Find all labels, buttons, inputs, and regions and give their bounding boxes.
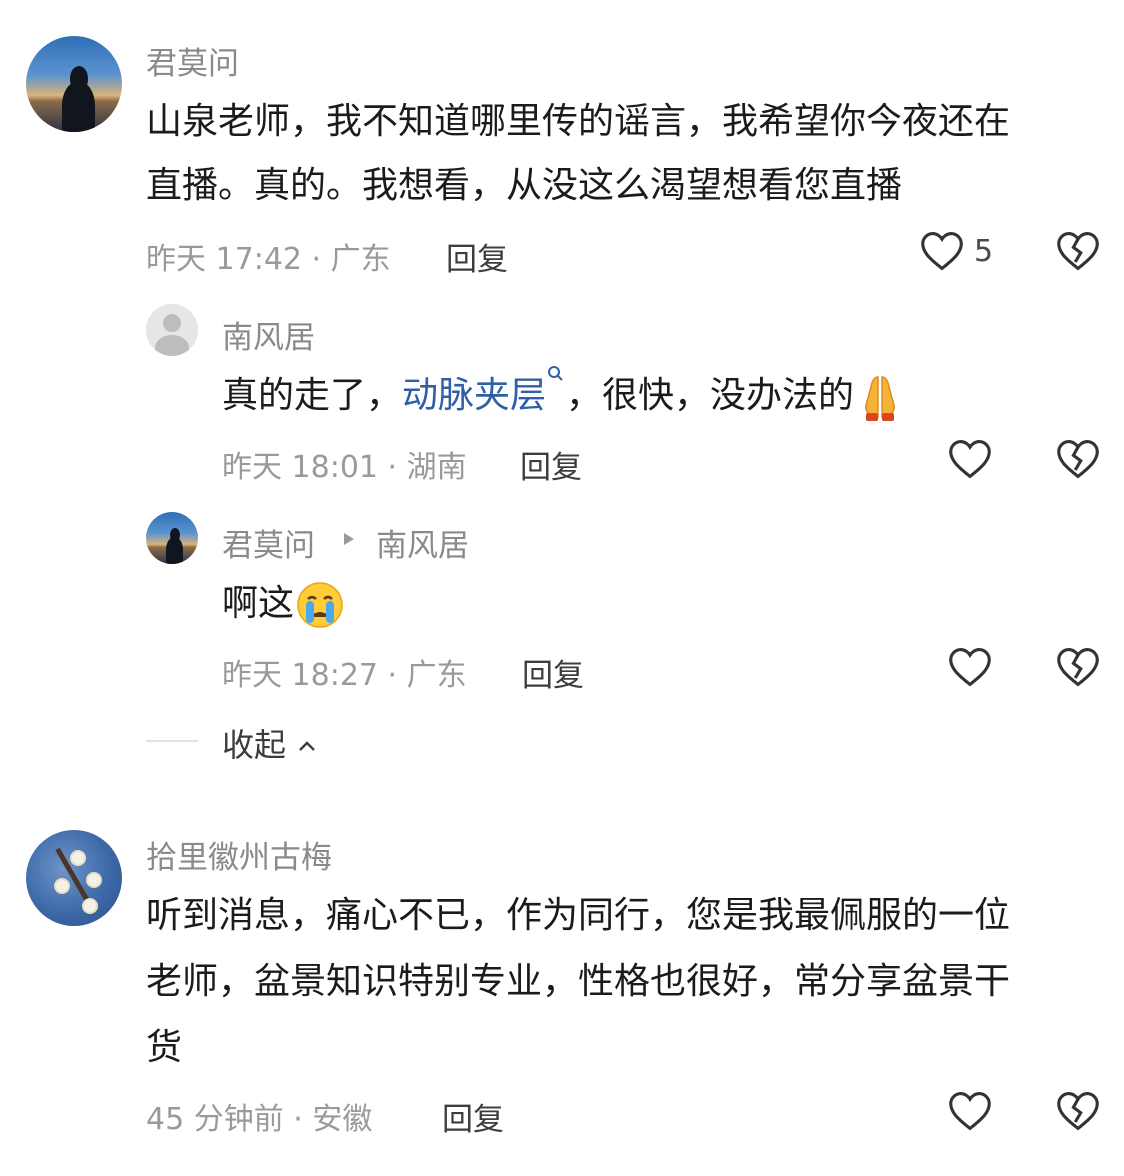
comment-username[interactable]: 君莫问 (146, 38, 239, 83)
topic-link[interactable]: 动脉夹层 (402, 375, 546, 416)
crying-emoji (297, 582, 343, 628)
divider (146, 740, 198, 742)
comment-username[interactable]: 拾里徽州古梅 (146, 832, 332, 877)
reply-username[interactable]: 君莫问 (222, 520, 315, 565)
reply-text: 啊这 (222, 572, 346, 636)
reply-button[interactable]: 回复 (522, 650, 584, 695)
comment-text: 山泉老师，我不知道哪里传的谣言，我希望你今夜还在 (146, 101, 1011, 142)
comment-meta: 昨天 17:42 · 广东 (146, 242, 391, 277)
like-count: 5 (974, 234, 994, 269)
dislike-heart-icon[interactable] (1056, 646, 1100, 688)
dislike-heart-icon[interactable] (1056, 438, 1100, 480)
reply-button[interactable]: 回复 (442, 1094, 504, 1139)
search-icon (548, 366, 563, 381)
dislike-heart-icon[interactable] (1056, 1090, 1100, 1132)
comment-text: 货 (146, 1027, 183, 1068)
heart-icon[interactable] (920, 230, 964, 272)
comment-text: 听到消息，痛心不已，作为同行，您是我最佩服的一位 (146, 895, 1011, 936)
heart-icon[interactable] (948, 1090, 992, 1132)
reply-button[interactable]: 回复 (446, 234, 508, 279)
comment-text: 老师，盆景知识特别专业，性格也很好，常分享盆景干 (146, 961, 1011, 1002)
reply-to-username[interactable]: 南风居 (376, 520, 469, 565)
reply-button[interactable]: 回复 (520, 442, 582, 487)
comment-text: 直播。真的。我想看，从没这么渴望想看您直播 (146, 165, 903, 206)
chevron-up-icon (299, 741, 316, 751)
reply-meta: 昨天 18:27 · 广东 (222, 658, 467, 693)
avatar[interactable] (146, 512, 198, 564)
comment-thread: 君莫问 山泉老师，我不知道哪里传的谣言，我希望你今夜还在 直播。真的。我想看，从… (0, 0, 1124, 1176)
comment-meta: 45 分钟前 · 安徽 (146, 1102, 373, 1137)
pray-emoji (865, 376, 896, 421)
reply-text: 真的走了，动脉夹层 ，很快，没办法的 (222, 364, 906, 428)
heart-icon[interactable] (948, 438, 992, 480)
avatar[interactable] (146, 304, 198, 356)
reply-username[interactable]: 南风居 (222, 312, 315, 357)
triangle-right-icon (344, 533, 354, 545)
reply-meta: 昨天 18:01 · 湖南 (222, 450, 467, 485)
collapse-button[interactable]: 收起 (222, 720, 318, 766)
avatar[interactable] (26, 36, 122, 132)
heart-icon[interactable] (948, 646, 992, 688)
dislike-heart-icon[interactable] (1056, 230, 1100, 272)
avatar[interactable] (26, 830, 122, 926)
